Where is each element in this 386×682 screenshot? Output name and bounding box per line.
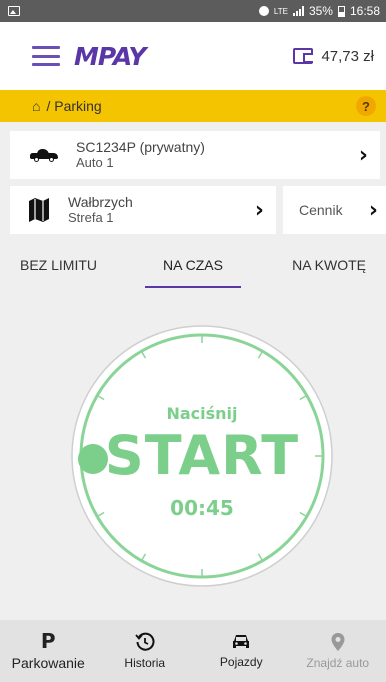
balance-amount: 47,73 zł xyxy=(321,47,374,65)
chevron-right-icon: › xyxy=(254,197,264,223)
zone-selector[interactable]: Wałbrzych Strefa 1 › xyxy=(10,186,276,234)
zone-city: Wałbrzych xyxy=(68,194,133,211)
tab-amount[interactable]: NA KWOTĘ xyxy=(251,244,386,290)
timer-hint: Naciśnij xyxy=(166,404,238,423)
history-icon xyxy=(135,632,155,651)
app-bar: MPAY 47,73 zł xyxy=(0,22,386,90)
chevron-right-icon: › xyxy=(358,142,368,168)
parking-timer-dial[interactable]: Naciśnij START 00:45 xyxy=(70,324,334,588)
nav-parking[interactable]: P Parkowanie xyxy=(0,620,97,682)
map-icon xyxy=(29,198,49,222)
location-pin-icon xyxy=(331,633,345,651)
nav-find-car[interactable]: Znajdź auto xyxy=(290,620,386,682)
help-button[interactable]: ? xyxy=(356,96,376,116)
wallet-balance[interactable]: 47,73 zł xyxy=(293,48,374,65)
price-list-label: Cennik xyxy=(299,202,343,218)
mpay-logo: MPAY xyxy=(74,41,146,71)
wallet-icon xyxy=(293,48,314,64)
car-icon xyxy=(30,149,58,162)
price-list-button[interactable]: Cennik › xyxy=(283,186,386,234)
nav-label: Znajdź auto xyxy=(306,656,370,670)
alarm-icon xyxy=(258,6,269,16)
tab-time[interactable]: NA CZAS xyxy=(135,244,250,290)
tab-no-limit[interactable]: BEZ LIMITU xyxy=(0,244,135,290)
nav-label: Pojazdy xyxy=(219,655,263,669)
clock: 16:58 xyxy=(349,4,380,18)
battery-percent: 35% xyxy=(308,4,333,18)
nav-history[interactable]: Historia xyxy=(97,620,194,682)
menu-icon[interactable] xyxy=(32,46,60,66)
vehicle-plate: SC1234P (prywatny) xyxy=(76,139,205,156)
zone-name: Strefa 1 xyxy=(68,209,114,225)
home-icon[interactable]: ⌂ xyxy=(32,98,40,114)
signal-icon xyxy=(292,6,304,16)
vehicle-name: Auto 1 xyxy=(76,154,114,170)
car-icon xyxy=(233,635,250,648)
nav-label: Parkowanie xyxy=(11,655,85,671)
mode-tabs: BEZ LIMITU NA CZAS NA KWOTĘ xyxy=(0,244,386,290)
chevron-right-icon: › xyxy=(368,197,378,223)
network-type: LTE xyxy=(273,6,288,16)
bottom-navigation: P Parkowanie Historia Pojazdy Znajdź aut… xyxy=(0,620,386,682)
breadcrumb-path: / Parking xyxy=(46,98,102,114)
breadcrumb: ⌂ / Parking ? xyxy=(0,90,386,122)
timer-duration: 00:45 xyxy=(170,496,234,520)
nav-label: Historia xyxy=(124,656,166,670)
battery-icon xyxy=(337,5,345,17)
status-bar: LTE 35% 16:58 xyxy=(0,0,386,22)
vehicle-selector[interactable]: SC1234P (prywatny) Auto 1 › xyxy=(10,131,380,179)
parking-icon: P xyxy=(40,629,56,653)
image-notification-icon xyxy=(8,6,20,16)
nav-vehicles[interactable]: Pojazdy xyxy=(193,620,290,682)
start-button[interactable]: START xyxy=(70,424,334,487)
